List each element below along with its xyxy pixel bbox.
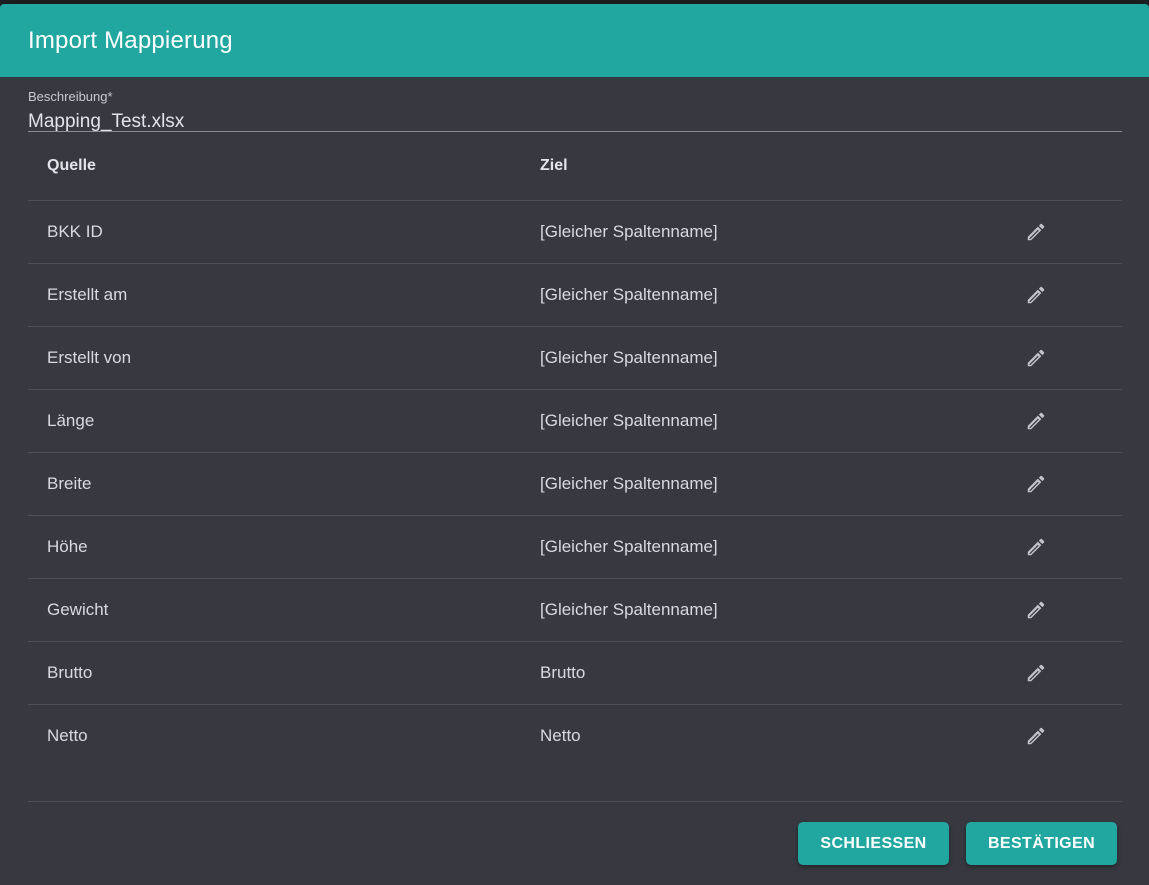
edit-button[interactable]: [1020, 216, 1052, 248]
edit-button[interactable]: [1020, 657, 1052, 689]
table-row: Erstellt von [Gleicher Spaltenname]: [28, 326, 1122, 390]
dialog-footer: SCHLIESSEN BESTÄTIGEN: [28, 801, 1122, 885]
source-cell: Erstellt von: [28, 326, 521, 390]
close-button[interactable]: SCHLIESSEN: [798, 822, 949, 865]
action-cell: [1001, 263, 1122, 327]
column-header-source: Quelle: [28, 132, 521, 201]
table-row: Brutto Brutto: [28, 641, 1122, 705]
dialog-header: Import Mappierung: [0, 4, 1149, 77]
pencil-icon: [1027, 349, 1045, 367]
target-cell: [Gleicher Spaltenname]: [521, 452, 1001, 516]
action-cell: [1001, 515, 1122, 579]
source-cell: BKK ID: [28, 200, 521, 264]
edit-button[interactable]: [1020, 720, 1052, 752]
description-label: Beschreibung*: [28, 89, 113, 104]
dialog-title: Import Mappierung: [28, 26, 233, 54]
target-cell: [Gleicher Spaltenname]: [521, 200, 1001, 264]
dialog-content: Beschreibung* Quelle Ziel BKK ID [Gleich…: [28, 77, 1122, 767]
table-row: Netto Netto: [28, 705, 1122, 768]
table-row: Höhe [Gleicher Spaltenname]: [28, 515, 1122, 579]
edit-button[interactable]: [1020, 279, 1052, 311]
column-header-actions: [1001, 132, 1122, 201]
confirm-button[interactable]: BESTÄTIGEN: [966, 822, 1117, 865]
target-cell: Brutto: [521, 641, 1001, 705]
pencil-icon: [1027, 727, 1045, 745]
import-mapping-dialog: Import Mappierung Beschreibung* Quelle Z…: [0, 4, 1149, 885]
pencil-icon: [1027, 286, 1045, 304]
source-cell: Netto: [47, 726, 88, 745]
source-cell: Erstellt am: [28, 263, 521, 327]
table-row: Erstellt am [Gleicher Spaltenname]: [28, 263, 1122, 327]
column-header-target: Ziel: [521, 132, 1001, 201]
table-row: Breite [Gleicher Spaltenname]: [28, 452, 1122, 516]
table-row: Länge [Gleicher Spaltenname]: [28, 389, 1122, 453]
source-cell: Gewicht: [28, 578, 521, 642]
description-field: Beschreibung*: [28, 77, 1122, 135]
target-cell: Netto: [540, 726, 581, 745]
source-cell: Länge: [28, 389, 521, 453]
pencil-icon: [1027, 601, 1045, 619]
target-cell: [Gleicher Spaltenname]: [521, 389, 1001, 453]
action-cell: [1001, 389, 1122, 453]
pencil-icon: [1027, 664, 1045, 682]
target-cell: [Gleicher Spaltenname]: [521, 326, 1001, 390]
edit-button[interactable]: [1020, 468, 1052, 500]
action-cell: [1001, 578, 1122, 642]
action-cell: [1001, 326, 1122, 390]
pencil-icon: [1027, 223, 1045, 241]
source-cell: Höhe: [28, 515, 521, 579]
edit-button[interactable]: [1020, 594, 1052, 626]
edit-button[interactable]: [1020, 342, 1052, 374]
source-cell: Brutto: [28, 641, 521, 705]
table-row: Gewicht [Gleicher Spaltenname]: [28, 578, 1122, 642]
action-cell: [1001, 705, 1122, 768]
mapping-table: Quelle Ziel BKK ID [Gleicher Spaltenname…: [28, 132, 1122, 767]
table-header-row: Quelle Ziel: [28, 132, 1122, 201]
target-cell: [Gleicher Spaltenname]: [521, 515, 1001, 579]
pencil-icon: [1027, 538, 1045, 556]
source-cell: Breite: [28, 452, 521, 516]
table-row: BKK ID [Gleicher Spaltenname]: [28, 200, 1122, 264]
edit-button[interactable]: [1020, 405, 1052, 437]
mapping-rows: BKK ID [Gleicher Spaltenname] Erstellt a…: [28, 200, 1122, 768]
action-cell: [1001, 200, 1122, 264]
edit-button[interactable]: [1020, 531, 1052, 563]
action-cell: [1001, 641, 1122, 705]
description-input[interactable]: [28, 109, 1122, 135]
pencil-icon: [1027, 412, 1045, 430]
target-cell: [Gleicher Spaltenname]: [521, 263, 1001, 327]
target-cell: [Gleicher Spaltenname]: [521, 578, 1001, 642]
pencil-icon: [1027, 475, 1045, 493]
action-cell: [1001, 452, 1122, 516]
